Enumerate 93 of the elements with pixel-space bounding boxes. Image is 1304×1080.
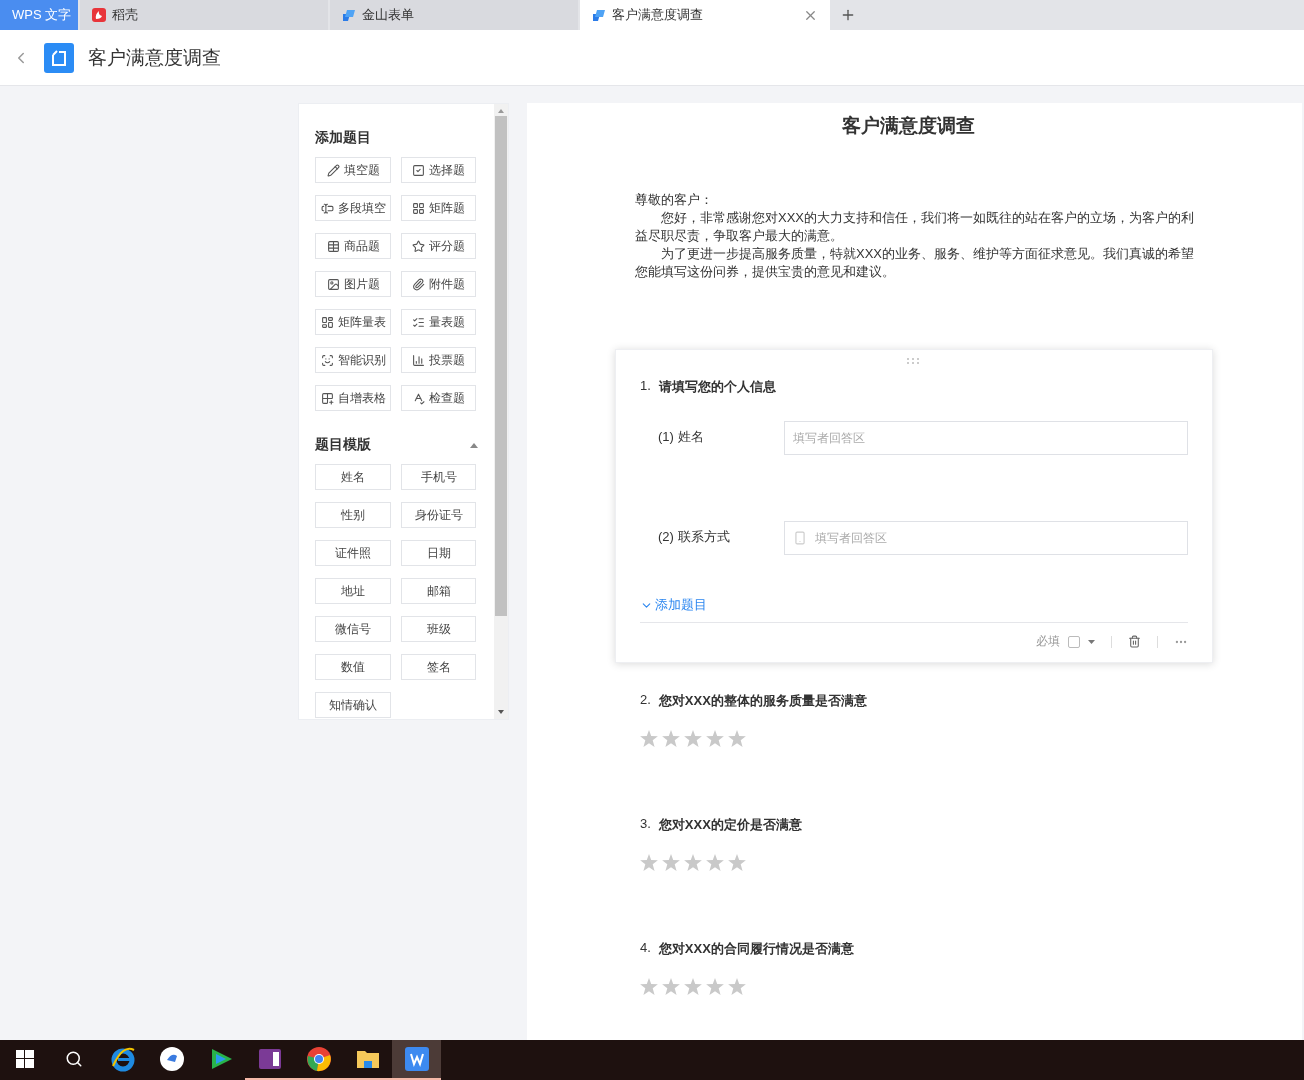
question-type-button[interactable]: 投票题: [401, 347, 476, 373]
star-icon[interactable]: [640, 978, 658, 995]
page-title: 客户满意度调查: [88, 45, 221, 70]
template-button[interactable]: 地址: [315, 578, 391, 604]
tab[interactable]: 金山表单: [330, 0, 578, 30]
template-button[interactable]: 知情确认: [315, 692, 391, 718]
star-icon: [412, 239, 425, 253]
star-icon[interactable]: [640, 730, 658, 747]
add-question-link[interactable]: 添加题目: [640, 596, 1188, 623]
windows-logo-icon[interactable]: [15, 1050, 34, 1068]
intro-paragraph: 为了更进一步提高服务质量，特就XXX的业务、服务、维护等方面征求意见。我们真诚的希望您能填写这份问券，提供宝贵的意见和建议。: [635, 245, 1195, 281]
template-button[interactable]: 微信号: [315, 616, 391, 642]
question-card[interactable]: 1. 请填写您的个人信息 (1) 姓名 填写者回答区 (2) 联系方式 填写者回答区 添加题目 必填: [615, 349, 1213, 663]
delete-icon[interactable]: [1128, 635, 1141, 648]
plus-icon: [840, 7, 856, 23]
template-button[interactable]: 班级: [401, 616, 476, 642]
template-button[interactable]: 手机号: [401, 464, 476, 490]
notebook-icon[interactable]: [256, 1046, 283, 1072]
bar-chart-icon: [412, 353, 425, 367]
field-label: (1) 姓名: [658, 428, 705, 446]
question-type-button[interactable]: 智能识别: [315, 347, 391, 373]
star-icon[interactable]: [706, 854, 724, 871]
star-icon[interactable]: [728, 854, 746, 871]
flame-icon: [92, 8, 106, 22]
question-type-button[interactable]: 自增表格: [315, 385, 391, 411]
question-type-button[interactable]: 量表题: [401, 309, 476, 335]
question-title: 4. 您对XXX的合同履行情况是否满意: [640, 940, 855, 958]
section-title: 题目模版: [315, 436, 371, 454]
question-type-button[interactable]: 附件题: [401, 271, 476, 297]
template-button[interactable]: 邮箱: [401, 578, 476, 604]
star-icon[interactable]: [728, 978, 746, 995]
search-icon[interactable]: [64, 1050, 83, 1068]
star-icon[interactable]: [684, 854, 702, 871]
grid-icon: [320, 315, 334, 329]
browser-e-icon[interactable]: [109, 1046, 136, 1072]
question-title: 1. 请填写您的个人信息: [640, 378, 777, 396]
form-icon: [342, 8, 356, 22]
table-icon: [326, 239, 340, 253]
star-icon[interactable]: [728, 730, 746, 747]
check-icon: [412, 391, 425, 405]
collapse-icon[interactable]: [470, 442, 478, 448]
template-button[interactable]: 签名: [401, 654, 476, 680]
star-icon[interactable]: [662, 854, 680, 871]
question-type-button[interactable]: 矩阵题: [401, 195, 476, 221]
list-icon: [412, 315, 425, 329]
pencil-icon: [326, 163, 340, 177]
question-type-button[interactable]: 填空题: [315, 157, 391, 183]
document-app-icon[interactable]: [404, 1047, 429, 1071]
intro-paragraph: 您好，非常感谢您对XXX的大力支持和信任，我们将一如既往的站在客户的立场，为客户的利益尽职尽责，争取客户最大的满意。: [635, 209, 1195, 245]
phone-icon: [793, 531, 807, 545]
required-label: 必填: [1036, 633, 1060, 650]
star-icon[interactable]: [684, 730, 702, 747]
checkbox-icon: [412, 163, 425, 177]
chrome-icon[interactable]: [305, 1046, 332, 1072]
form-app-icon: [44, 42, 74, 73]
template-button[interactable]: 姓名: [315, 464, 391, 490]
star-icon[interactable]: [706, 730, 724, 747]
grid-icon: [412, 201, 425, 215]
question-type-button[interactable]: 图片题: [315, 271, 391, 297]
caret-icon[interactable]: [1088, 639, 1095, 644]
paperclip-icon: [412, 277, 425, 291]
form-icon: [592, 8, 606, 22]
table-plus-icon: [320, 391, 334, 405]
question-title: 3. 您对XXX的定价是否满意: [640, 816, 803, 834]
image-icon: [326, 277, 340, 291]
template-button[interactable]: 性别: [315, 502, 391, 528]
star-icon[interactable]: [640, 854, 658, 871]
template-button[interactable]: 数值: [315, 654, 391, 680]
tab[interactable]: 客户满意度调查: [580, 0, 830, 30]
question-type-button[interactable]: 多段填空: [315, 195, 391, 221]
field-label: (2) 联系方式: [658, 528, 731, 546]
question-type-button[interactable]: 商品题: [315, 233, 391, 259]
tab[interactable]: 稻壳: [80, 0, 328, 30]
question-type-button[interactable]: 矩阵量表: [315, 309, 391, 335]
question-type-button[interactable]: 检查题: [401, 385, 476, 411]
star-icon[interactable]: [706, 978, 724, 995]
text-cursor-icon: [320, 201, 334, 215]
drag-handle-icon[interactable]: [907, 358, 921, 364]
question-title: 2. 您对XXX的整体的服务质量是否满意: [640, 692, 868, 710]
template-button[interactable]: 证件照: [315, 540, 391, 566]
scrollbar[interactable]: [494, 104, 508, 719]
question-type-button[interactable]: 选择题: [401, 157, 476, 183]
section-title: 添加题目: [315, 129, 371, 147]
scan-icon: [320, 353, 334, 367]
form-title: 客户满意度调查: [841, 114, 976, 138]
star-icon[interactable]: [662, 730, 680, 747]
star-icon[interactable]: [684, 978, 702, 995]
question-type-button[interactable]: 评分题: [401, 233, 476, 259]
required-checkbox[interactable]: [1068, 635, 1080, 648]
template-button[interactable]: 身份证号: [401, 502, 476, 528]
star-icon[interactable]: [662, 978, 680, 995]
template-button[interactable]: 日期: [401, 540, 476, 566]
greeting-text: 尊敬的客户：: [635, 191, 714, 209]
